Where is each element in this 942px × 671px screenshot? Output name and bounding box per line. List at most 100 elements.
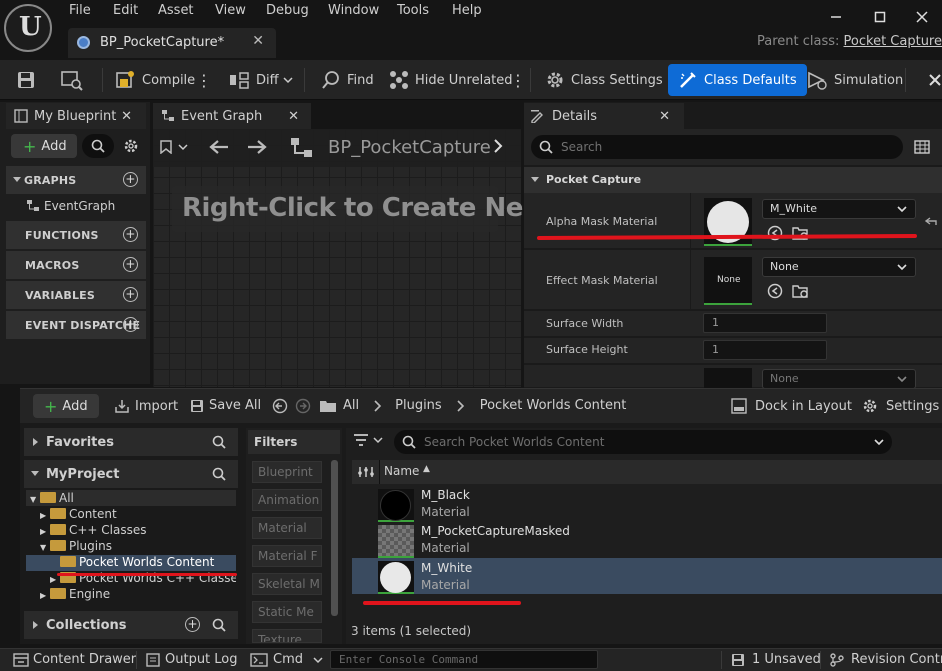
tree-item-content[interactable]: ▶ Content: [40, 507, 117, 521]
columns-icon[interactable]: [358, 465, 374, 479]
surface-height-input[interactable]: 1: [703, 340, 827, 360]
menu-file[interactable]: File: [69, 3, 91, 21]
extra-combo[interactable]: None: [762, 369, 916, 389]
compile-options-icon[interactable]: ⋮: [196, 64, 212, 96]
add-macro-icon[interactable]: +: [123, 257, 138, 272]
class-defaults-button[interactable]: Class Defaults: [668, 64, 807, 96]
settings-gear-icon[interactable]: [121, 136, 141, 156]
unsaved-button[interactable]: 1 Unsaved: [731, 652, 821, 667]
asset-row[interactable]: M_PocketCaptureMasked Material: [352, 522, 942, 558]
menu-edit[interactable]: Edit: [113, 3, 138, 21]
tab-event-graph[interactable]: Event Graph ✕: [153, 103, 311, 129]
console-input[interactable]: Enter Console Command: [330, 650, 598, 669]
name-column-header[interactable]: Name: [384, 464, 419, 478]
menu-debug[interactable]: Debug: [266, 3, 309, 21]
content-drawer-button[interactable]: Content Drawer: [13, 652, 136, 667]
close-toolbar-icon[interactable]: [928, 64, 942, 96]
tab-details[interactable]: Details ✕: [524, 103, 684, 129]
maximize-icon[interactable]: [858, 2, 902, 32]
add-button[interactable]: + Add: [11, 134, 77, 158]
bookmark-icon[interactable]: [160, 140, 188, 154]
revision-control-button[interactable]: Revision Control: [829, 652, 942, 667]
close-tab-icon[interactable]: ✕: [659, 109, 670, 124]
browse-asset-icon[interactable]: [792, 283, 810, 299]
document-tab[interactable]: BP_PocketCapture* ✕: [68, 28, 276, 58]
simulation-button[interactable]: Simulation: [806, 64, 903, 96]
filter-material[interactable]: Material: [252, 517, 322, 539]
cb-settings-button[interactable]: Settings: [862, 398, 939, 414]
graph-canvas[interactable]: [153, 129, 521, 387]
filter-material-function[interactable]: Material F: [252, 545, 322, 567]
effect-mask-thumbnail[interactable]: None: [704, 257, 752, 305]
tree-item-all[interactable]: ▼ All: [30, 491, 74, 505]
effect-mask-combo[interactable]: None: [762, 257, 916, 277]
surface-width-input[interactable]: 1: [703, 313, 827, 333]
unreal-logo-icon[interactable]: U: [4, 4, 52, 52]
alpha-mask-combo[interactable]: M_White: [762, 199, 916, 219]
filter-dropdown-icon[interactable]: [353, 433, 383, 447]
extra-thumbnail[interactable]: [704, 368, 752, 388]
add-collection-icon[interactable]: +: [185, 617, 200, 632]
search-icon[interactable]: [212, 435, 226, 449]
menu-window[interactable]: Window: [328, 3, 379, 21]
filter-static-mesh[interactable]: Static Me: [252, 601, 322, 623]
find-button[interactable]: Find: [321, 64, 374, 96]
tree-item-pocket-worlds-content[interactable]: Pocket Worlds Content: [60, 555, 214, 569]
close-tab-icon[interactable]: ✕: [288, 109, 299, 124]
search-icon[interactable]: [212, 467, 226, 481]
asset-search-input[interactable]: Search Pocket Worlds Content: [394, 430, 892, 454]
compile-button[interactable]: Compile: [114, 64, 195, 96]
close-window-icon[interactable]: [902, 2, 942, 32]
path-pocket-worlds-content[interactable]: Pocket Worlds Content: [480, 398, 627, 413]
filters-scrollbar[interactable]: [331, 460, 338, 616]
diff-button[interactable]: Diff: [228, 64, 299, 96]
class-settings-button[interactable]: Class Settings: [545, 64, 663, 96]
tab-my-blueprint[interactable]: My Blueprint ✕: [6, 103, 146, 129]
project-header[interactable]: MyProject: [24, 460, 238, 488]
add-function-icon[interactable]: +: [123, 227, 138, 242]
save-all-button[interactable]: Save All: [190, 398, 261, 413]
parent-class-link[interactable]: Pocket Capture: [844, 34, 942, 49]
graph-breadcrumb[interactable]: BP_PocketCapture: [328, 137, 491, 158]
tree-item-cpp-classes[interactable]: ▶ C++ Classes: [40, 523, 147, 537]
search-icon[interactable]: [212, 618, 226, 632]
close-tab-icon[interactable]: ✕: [252, 33, 264, 49]
view-options-icon[interactable]: [914, 140, 930, 154]
more-options-icon[interactable]: ⋮: [510, 64, 526, 96]
filter-texture[interactable]: Texture: [252, 629, 322, 643]
filter-animation[interactable]: Animation: [252, 489, 322, 511]
section-macros[interactable]: MACROS +: [6, 251, 146, 279]
path-all[interactable]: All: [343, 398, 359, 413]
close-tab-icon[interactable]: ✕: [121, 109, 132, 124]
tree-item-plugins[interactable]: ▼ Plugins: [40, 539, 112, 553]
back-arrow-icon[interactable]: [208, 139, 230, 155]
favorites-header[interactable]: Favorites: [24, 428, 238, 456]
path-plugins[interactable]: Plugins: [395, 398, 442, 413]
use-selected-icon[interactable]: [767, 283, 783, 299]
asset-row[interactable]: M_Black Material: [352, 486, 942, 522]
search-icon[interactable]: [82, 134, 114, 158]
history-forward-icon[interactable]: [295, 398, 311, 414]
content-add-button[interactable]: + Add: [33, 394, 99, 418]
collections-header[interactable]: Collections +: [24, 611, 238, 639]
output-log-button[interactable]: Output Log: [146, 652, 238, 667]
filter-blueprint[interactable]: Blueprint: [252, 461, 322, 483]
cmd-selector[interactable]: Cmd: [250, 652, 323, 667]
dock-in-layout-button[interactable]: Dock in Layout: [731, 398, 852, 414]
category-pocket-capture[interactable]: Pocket Capture: [524, 167, 942, 193]
section-graphs[interactable]: GRAPHS +: [6, 166, 146, 194]
asset-row-selected[interactable]: M_White Material: [352, 558, 942, 594]
reset-to-default-icon[interactable]: [924, 215, 938, 227]
menu-tools[interactable]: Tools: [397, 3, 429, 21]
filter-skeletal-mesh[interactable]: Skeletal M: [252, 573, 322, 595]
menu-asset[interactable]: Asset: [158, 3, 194, 21]
add-dispatcher-icon[interactable]: +: [123, 317, 138, 332]
browse-icon[interactable]: [60, 64, 90, 96]
forward-arrow-icon[interactable]: [246, 139, 268, 155]
save-icon[interactable]: [16, 64, 42, 96]
minimize-icon[interactable]: [814, 2, 858, 32]
hide-unrelated-button[interactable]: Hide Unrelated: [389, 64, 513, 96]
section-variables[interactable]: VARIABLES +: [6, 281, 146, 309]
add-graph-icon[interactable]: +: [123, 172, 138, 187]
add-variable-icon[interactable]: +: [123, 287, 138, 302]
